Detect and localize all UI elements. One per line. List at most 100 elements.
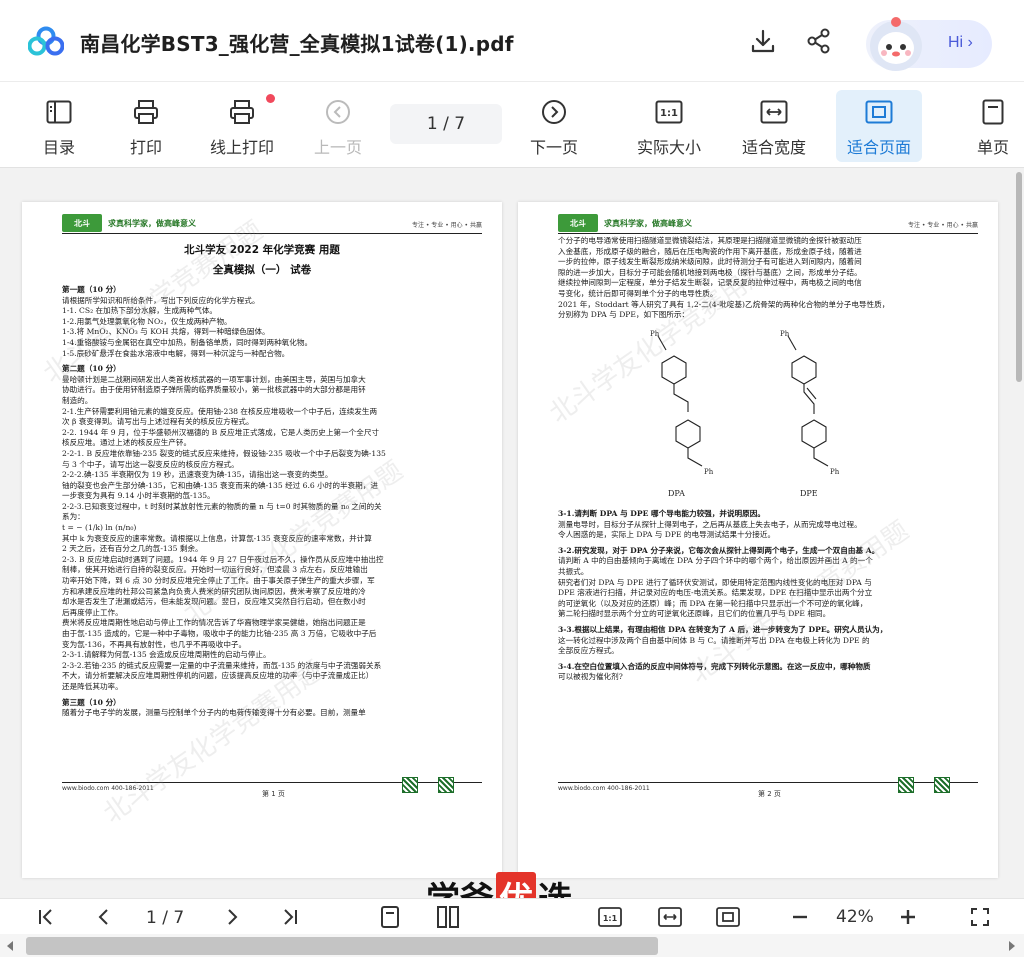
text-line: 制造的。 — [62, 395, 93, 405]
printer-icon — [134, 100, 158, 124]
last-page-button[interactable] — [276, 903, 304, 931]
vertical-scrollbar[interactable] — [1016, 172, 1022, 382]
footer-url: www.biodo.com 400-186-2011 — [62, 785, 154, 792]
page-body-bottom: 3-1.请判断 DPA 与 DPE 哪个导电能力较强，并说明原因。 测量电导时，目… — [558, 504, 980, 683]
text-line: 由于氙-135 造成的，它是一种中子毒物，吸收中子的能力比铀-235 高 3 万… — [62, 629, 377, 638]
text-line: 次 β 衰变得到。请写出与上述过程有关的核反应方程式。 — [62, 417, 254, 427]
text-line: 测量电导时，目标分子从探针上得到电子，之后再从基底上失去电子，从而完成导电过程。 — [558, 519, 862, 529]
fit-width-icon — [658, 907, 682, 927]
single-page-button[interactable]: 单页 — [970, 90, 1016, 162]
svg-text:1:1: 1:1 — [603, 914, 618, 923]
next-page-small-button[interactable] — [218, 903, 246, 931]
text-line: 共振式。 — [558, 566, 589, 576]
toc-button[interactable]: 目录 — [36, 90, 82, 162]
fit-width-small-button[interactable] — [656, 903, 684, 931]
fit-width-icon — [760, 100, 788, 124]
fit-width-button[interactable]: 适合宽度 — [736, 90, 812, 162]
text-line: 其中 k 为衰变反应的速率常数。请根据以上信息，计算氙-135 衰变反应的速率常… — [62, 533, 372, 543]
single-page-label: 单页 — [976, 138, 1009, 157]
text-line: 3-1.请判断 DPA 与 DPE 哪个导电能力较强，并说明原因。 — [558, 509, 765, 518]
exam-subtitle: 全真模拟（一） 试卷 — [212, 264, 312, 276]
page-body: 第一题（10 分） 请根据所学知识和所给条件，写出下列反应的化学方程式。 1-1. … — [62, 280, 484, 719]
next-page-button[interactable]: 下一页 — [526, 90, 582, 162]
page-header: 北斗 求真科学家，做高峰意义 专注 • 专业 • 用心 • 共赢 — [558, 214, 978, 234]
bottom-page-indicator[interactable]: 1 / 7 — [146, 908, 184, 928]
text-line: 这一转化过程中涉及两个自由基中间体 B 与 C。请推断并写出 DPA 在电极上转… — [558, 635, 870, 645]
text-line: 1-5.辰砂矿悬浮在食盐水溶液中电解，得到一种沉淀与一种配合物。 — [62, 348, 290, 358]
prev-circle-icon — [326, 100, 350, 124]
document-viewer[interactable]: 北斗 求真科学家，做高峰意义 专注 • 专业 • 用心 • 共赢 北斗学友 20… — [0, 168, 1024, 898]
page-body-top: 个分子的电导通常使用扫描隧道显微镜裂结法，其原理是扫描隧道显微镜的金探针被驱动压… — [558, 236, 980, 321]
page-footer: www.biodo.com 400-186-2011 第 1 页 — [62, 777, 482, 798]
page-footer: www.biodo.com 400-186-2011 第 2 页 — [558, 777, 978, 798]
text-line: 不大，请分析要解决反应堆周期性停机的问题，应该提高反应堆的功率（与中子流量成正比… — [62, 671, 374, 681]
print-button[interactable]: 打印 — [122, 90, 170, 162]
zoom-level: 42% — [836, 907, 874, 927]
prev-page-small-button[interactable] — [90, 903, 118, 931]
scrollbar-thumb[interactable] — [26, 937, 658, 955]
toc-icon — [46, 100, 72, 124]
text-line: 后再度停止工作。 — [62, 607, 123, 617]
header-motto: 专注 • 专业 • 用心 • 共赢 — [907, 222, 978, 229]
text-line: 1-2.用氯气处理氯氧化物 NO₂，仅生成两种产物。 — [62, 316, 232, 326]
text-line: 与 3 个中子，请写出这一裂变反应的核反应方程式。 — [62, 459, 239, 469]
text-line: 第二题（10 分） — [62, 364, 121, 374]
scroll-left-icon[interactable] — [6, 941, 14, 951]
ph-label: Ph — [704, 468, 714, 476]
first-page-button[interactable] — [32, 903, 60, 931]
text-line: 2-2. 1944 年 9 月，位于华盛顿州汉福德的 B 反应堆正式落成，它是人… — [62, 427, 380, 437]
header-motto: 专注 • 专业 • 用心 • 共赢 — [411, 222, 482, 229]
text-line: 请判断 A 中的自由基倾向于离域在 DPA 分子四个环中的哪个两个，给出原因并画… — [558, 556, 873, 566]
minus-icon — [793, 915, 807, 919]
pdf-page-2: 北斗 求真科学家，做高峰意义 专注 • 专业 • 用心 • 共赢 个分子的电导通… — [518, 202, 998, 878]
zoom-in-button[interactable] — [894, 903, 922, 931]
plus-icon — [901, 910, 915, 924]
online-print-label: 线上打印 — [209, 138, 274, 157]
assistant-hi-button[interactable]: Hi › — [866, 17, 992, 71]
actual-size-small-button[interactable]: 1:1 — [596, 903, 624, 931]
download-icon — [751, 29, 775, 53]
assistant-avatar-icon — [870, 17, 922, 71]
text-line: 铀的裂变也会产生部分碘-135，它和由碘-135 衰变而来的碘-135 经过 6… — [62, 480, 378, 490]
share-button[interactable] — [804, 26, 834, 56]
text-line: 系为： — [62, 512, 85, 522]
text-line: 还是降低其功率。 — [62, 681, 123, 691]
download-button[interactable] — [748, 26, 778, 56]
text-line: 一步衰变为具有 9.14 小时半衰期的氙-135。 — [62, 491, 215, 501]
fullscreen-button[interactable] — [966, 903, 994, 931]
fit-width-label: 适合宽度 — [741, 138, 806, 157]
next-circle-icon — [542, 100, 566, 124]
ph-label: Ph — [830, 468, 840, 476]
qr-code-icon — [402, 777, 418, 793]
header-slogan: 求真科学家，做高峰意义 — [108, 219, 196, 228]
text-line: 2-2-1. B 反应堆依靠铀-235 裂变的链式反应来维持，假设铀-235 吸… — [62, 448, 386, 458]
text-line: 令人困惑的是，实际上 DPA 与 DPE 的电导测试结果十分接近。 — [558, 530, 776, 540]
page-indicator-input[interactable]: 1 / 7 — [390, 104, 502, 144]
single-page-icon — [982, 99, 1004, 125]
text-line: 3-4.在空白位置填入合适的反应中间体符号，完成下列转化示意图。在这一反应中，哪… — [558, 661, 871, 671]
text-line: 第三题（10 分） — [62, 697, 121, 707]
double-page-view-button[interactable] — [434, 903, 462, 931]
text-line: 第一题（10 分） — [62, 285, 121, 294]
prev-page-button[interactable]: 上一页 — [310, 90, 366, 162]
text-line: 号变化，统计后即可得到单个分子的电导性质。 — [558, 288, 718, 298]
text-line: 核反应堆。通过上述的核反应生产钚。 — [62, 438, 192, 448]
horizontal-scrollbar[interactable] — [0, 934, 1024, 957]
qr-code-icon — [934, 777, 950, 793]
fit-page-small-button[interactable] — [714, 903, 742, 931]
text-line: 2 天之后，还有百分之几的氙-135 剩余。 — [62, 544, 203, 554]
text-line: 功率开始下降，到 6 点 30 分时反应堆完全停止了工作。由于事关原子弹生产的重… — [62, 576, 375, 586]
single-page-view-button[interactable] — [376, 903, 404, 931]
actual-size-button[interactable]: 1:1 实际大小 — [630, 90, 708, 162]
fit-page-button[interactable]: 适合页面 — [836, 90, 922, 162]
zoom-out-button[interactable] — [786, 903, 814, 931]
scroll-right-icon[interactable] — [1008, 941, 1016, 951]
header-slogan: 求真科学家，做高峰意义 — [604, 219, 692, 228]
text-line: 第二轮扫描时显示两个分立的可逆氧化还原峰，且它们的位置几乎与 DPE 相同。 — [558, 609, 831, 619]
text-line: DPE 溶液进行扫描，并记录对应的电压-电流关系。结果发现，DPE 在扫描中显示… — [558, 588, 873, 598]
text-line: t = − (1/k) ln (n/n₀) — [62, 523, 137, 533]
actual-size-label: 实际大小 — [636, 138, 701, 157]
document-title: 南昌化学BST3_强化营_全真模拟1试卷(1).pdf — [80, 32, 514, 56]
print-label: 打印 — [129, 138, 162, 157]
toolbar: 目录 打印 线上打印 上一页 1 / 7 下一页 1:1 实际大小 适合宽度 适… — [0, 82, 1024, 168]
